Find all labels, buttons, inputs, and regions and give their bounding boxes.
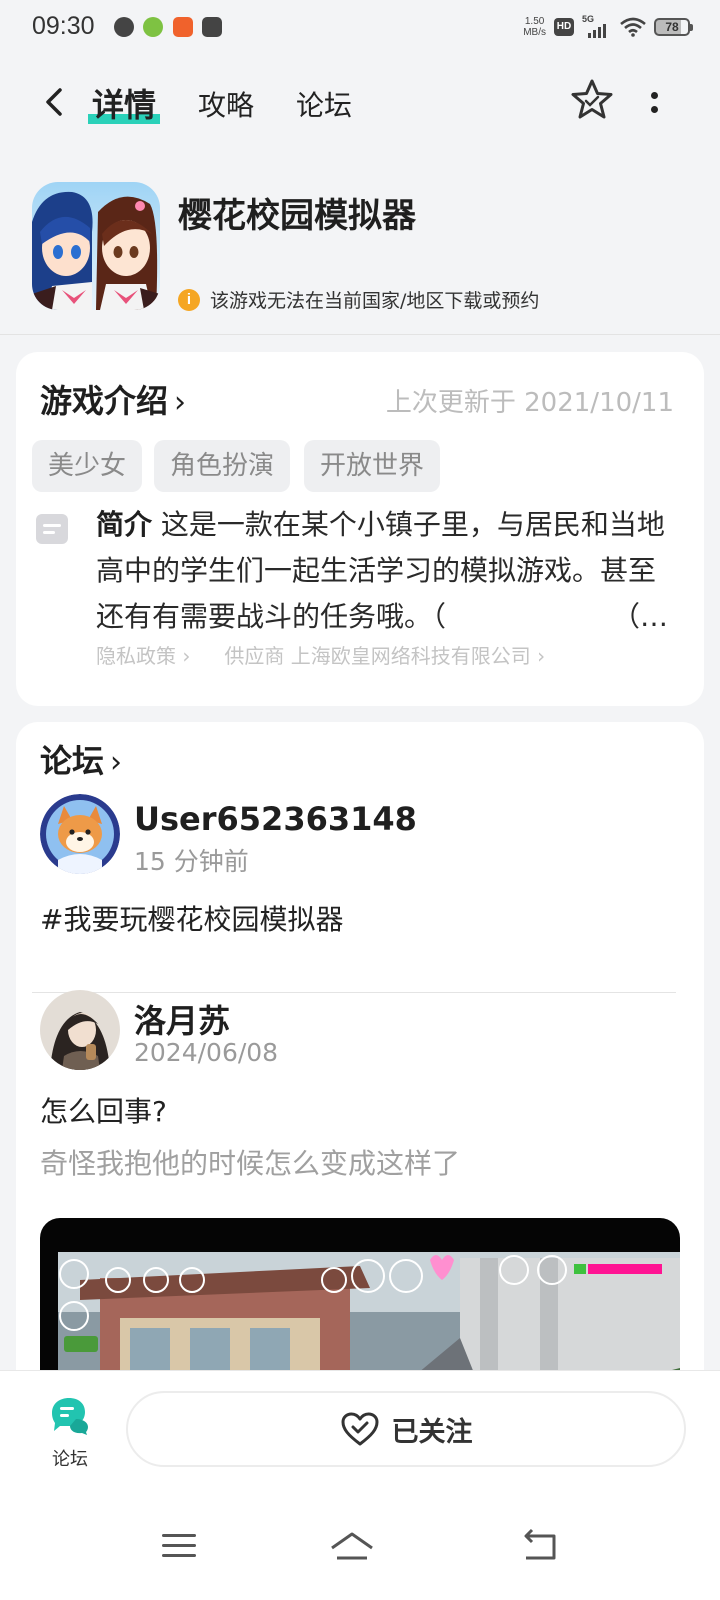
tab-details[interactable]: 详情 (87, 80, 161, 126)
post-text[interactable]: 奇怪我抱他的时候怎么变成这样了 (40, 1142, 460, 1182)
app-icon (32, 182, 160, 310)
intro-summary[interactable]: 简介 这是一款在某个小镇子里，与居民和当地高中的学生们一起生活学习的模拟游戏。甚… (96, 502, 670, 640)
heart-check-icon (341, 1412, 378, 1446)
tag-item[interactable]: 开放世界 (304, 440, 441, 492)
status-time: 09:30 (32, 12, 95, 40)
privacy-policy-link[interactable]: 隐私政策 › (96, 640, 190, 669)
post-divider (32, 992, 676, 993)
app-notification-icon (143, 17, 163, 37)
signal-icon: 5G (582, 14, 612, 38)
meta-links: 隐私政策 › 供应商 上海欧皇网络科技有限公司 › (96, 640, 545, 669)
post-time: 2024/06/08 (134, 1038, 279, 1067)
post-time: 15 分钟前 (134, 847, 249, 876)
summary-label: 简介 (96, 508, 153, 541)
app-header: 樱花校园模拟器 i 该游戏无法在当前国家/地区下载或预约 (0, 178, 720, 328)
forum-title: 论坛 (40, 742, 105, 780)
net-speed-value: 1.50 (524, 16, 545, 27)
forum-tab-label: 论坛 (52, 1449, 88, 1470)
tab-forum[interactable]: 论坛 (296, 84, 352, 124)
intro-title: 游戏介绍 (40, 382, 169, 420)
network-label: 5G (582, 14, 595, 24)
status-bar: 09:30 1.50 MB/s HD 5G 78 (0, 0, 720, 60)
follow-button[interactable]: 已关注 (126, 1391, 686, 1467)
top-nav: 详情 攻略 论坛 (0, 68, 720, 138)
system-nav-bar (0, 1490, 720, 1600)
post-text[interactable]: #我要玩樱花校园模拟器 (40, 898, 343, 938)
summary-ellipsis: （… (607, 594, 668, 640)
chevron-right-icon: › (174, 385, 187, 420)
header-divider (0, 334, 720, 335)
follow-label: 已关注 (391, 1416, 473, 1448)
battery-icon: 78 (654, 18, 693, 36)
message-notification-icon (202, 17, 222, 37)
warning-text: 该游戏无法在当前国家/地区下载或预约 (210, 290, 540, 312)
game-intro-card: 游戏介绍 › 上次更新于 2021/10/11 美少女 角色扮演 开放世界 简介 … (16, 352, 704, 706)
back-icon[interactable] (36, 82, 76, 122)
last-updated: 上次更新于 2021/10/11 (385, 388, 674, 418)
forum-tab[interactable]: 论坛 (40, 1395, 100, 1475)
post-title[interactable]: 怎么回事? (40, 1090, 167, 1130)
post-username[interactable]: User652363148 (134, 800, 417, 838)
summary-text: 这是一款在某个小镇子里，与居民和当地高中的学生们一起生活学习的模拟游戏。甚至还有… (96, 508, 665, 633)
forum-section-header[interactable]: 论坛 › (40, 736, 122, 782)
intro-section-header[interactable]: 游戏介绍 › (40, 376, 186, 422)
tag-item[interactable]: 角色扮演 (154, 440, 291, 492)
more-options-icon[interactable] (640, 82, 670, 122)
tab-guides[interactable]: 攻略 (198, 84, 254, 124)
store-notification-icon (173, 17, 193, 37)
region-warning: i 该游戏无法在当前国家/地区下载或预约 (178, 286, 539, 313)
app-title: 樱花校园模拟器 (178, 196, 416, 236)
avatar[interactable] (40, 794, 120, 874)
back-nav-icon[interactable] (516, 1526, 564, 1566)
net-speed: 1.50 MB/s (523, 16, 546, 38)
bottom-action-bar: 论坛 已关注 (0, 1370, 720, 1490)
supplier-link[interactable]: 供应商 上海欧皇网络科技有限公司 › (224, 640, 545, 669)
forum-card: 论坛 › User652363148 15 分钟前 #我要玩樱花校园模拟器 洛月… (16, 722, 704, 1422)
document-icon (36, 514, 68, 544)
status-indicators: 1.50 MB/s HD 5G 78 (523, 14, 693, 38)
post-username[interactable]: 洛月苏 (134, 996, 230, 1042)
info-icon: i (178, 288, 200, 311)
browser-notification-icon (114, 17, 134, 37)
hd-badge: HD (554, 18, 574, 36)
forum-chat-icon (52, 1398, 88, 1435)
menu-icon[interactable] (156, 1526, 204, 1566)
home-icon[interactable] (328, 1526, 376, 1566)
favorite-star-icon[interactable] (568, 76, 616, 124)
wifi-icon (620, 17, 646, 37)
avatar[interactable] (40, 990, 120, 1070)
net-speed-unit: MB/s (523, 27, 546, 38)
tag-item[interactable]: 美少女 (32, 440, 143, 492)
chevron-right-icon: › (110, 745, 123, 780)
